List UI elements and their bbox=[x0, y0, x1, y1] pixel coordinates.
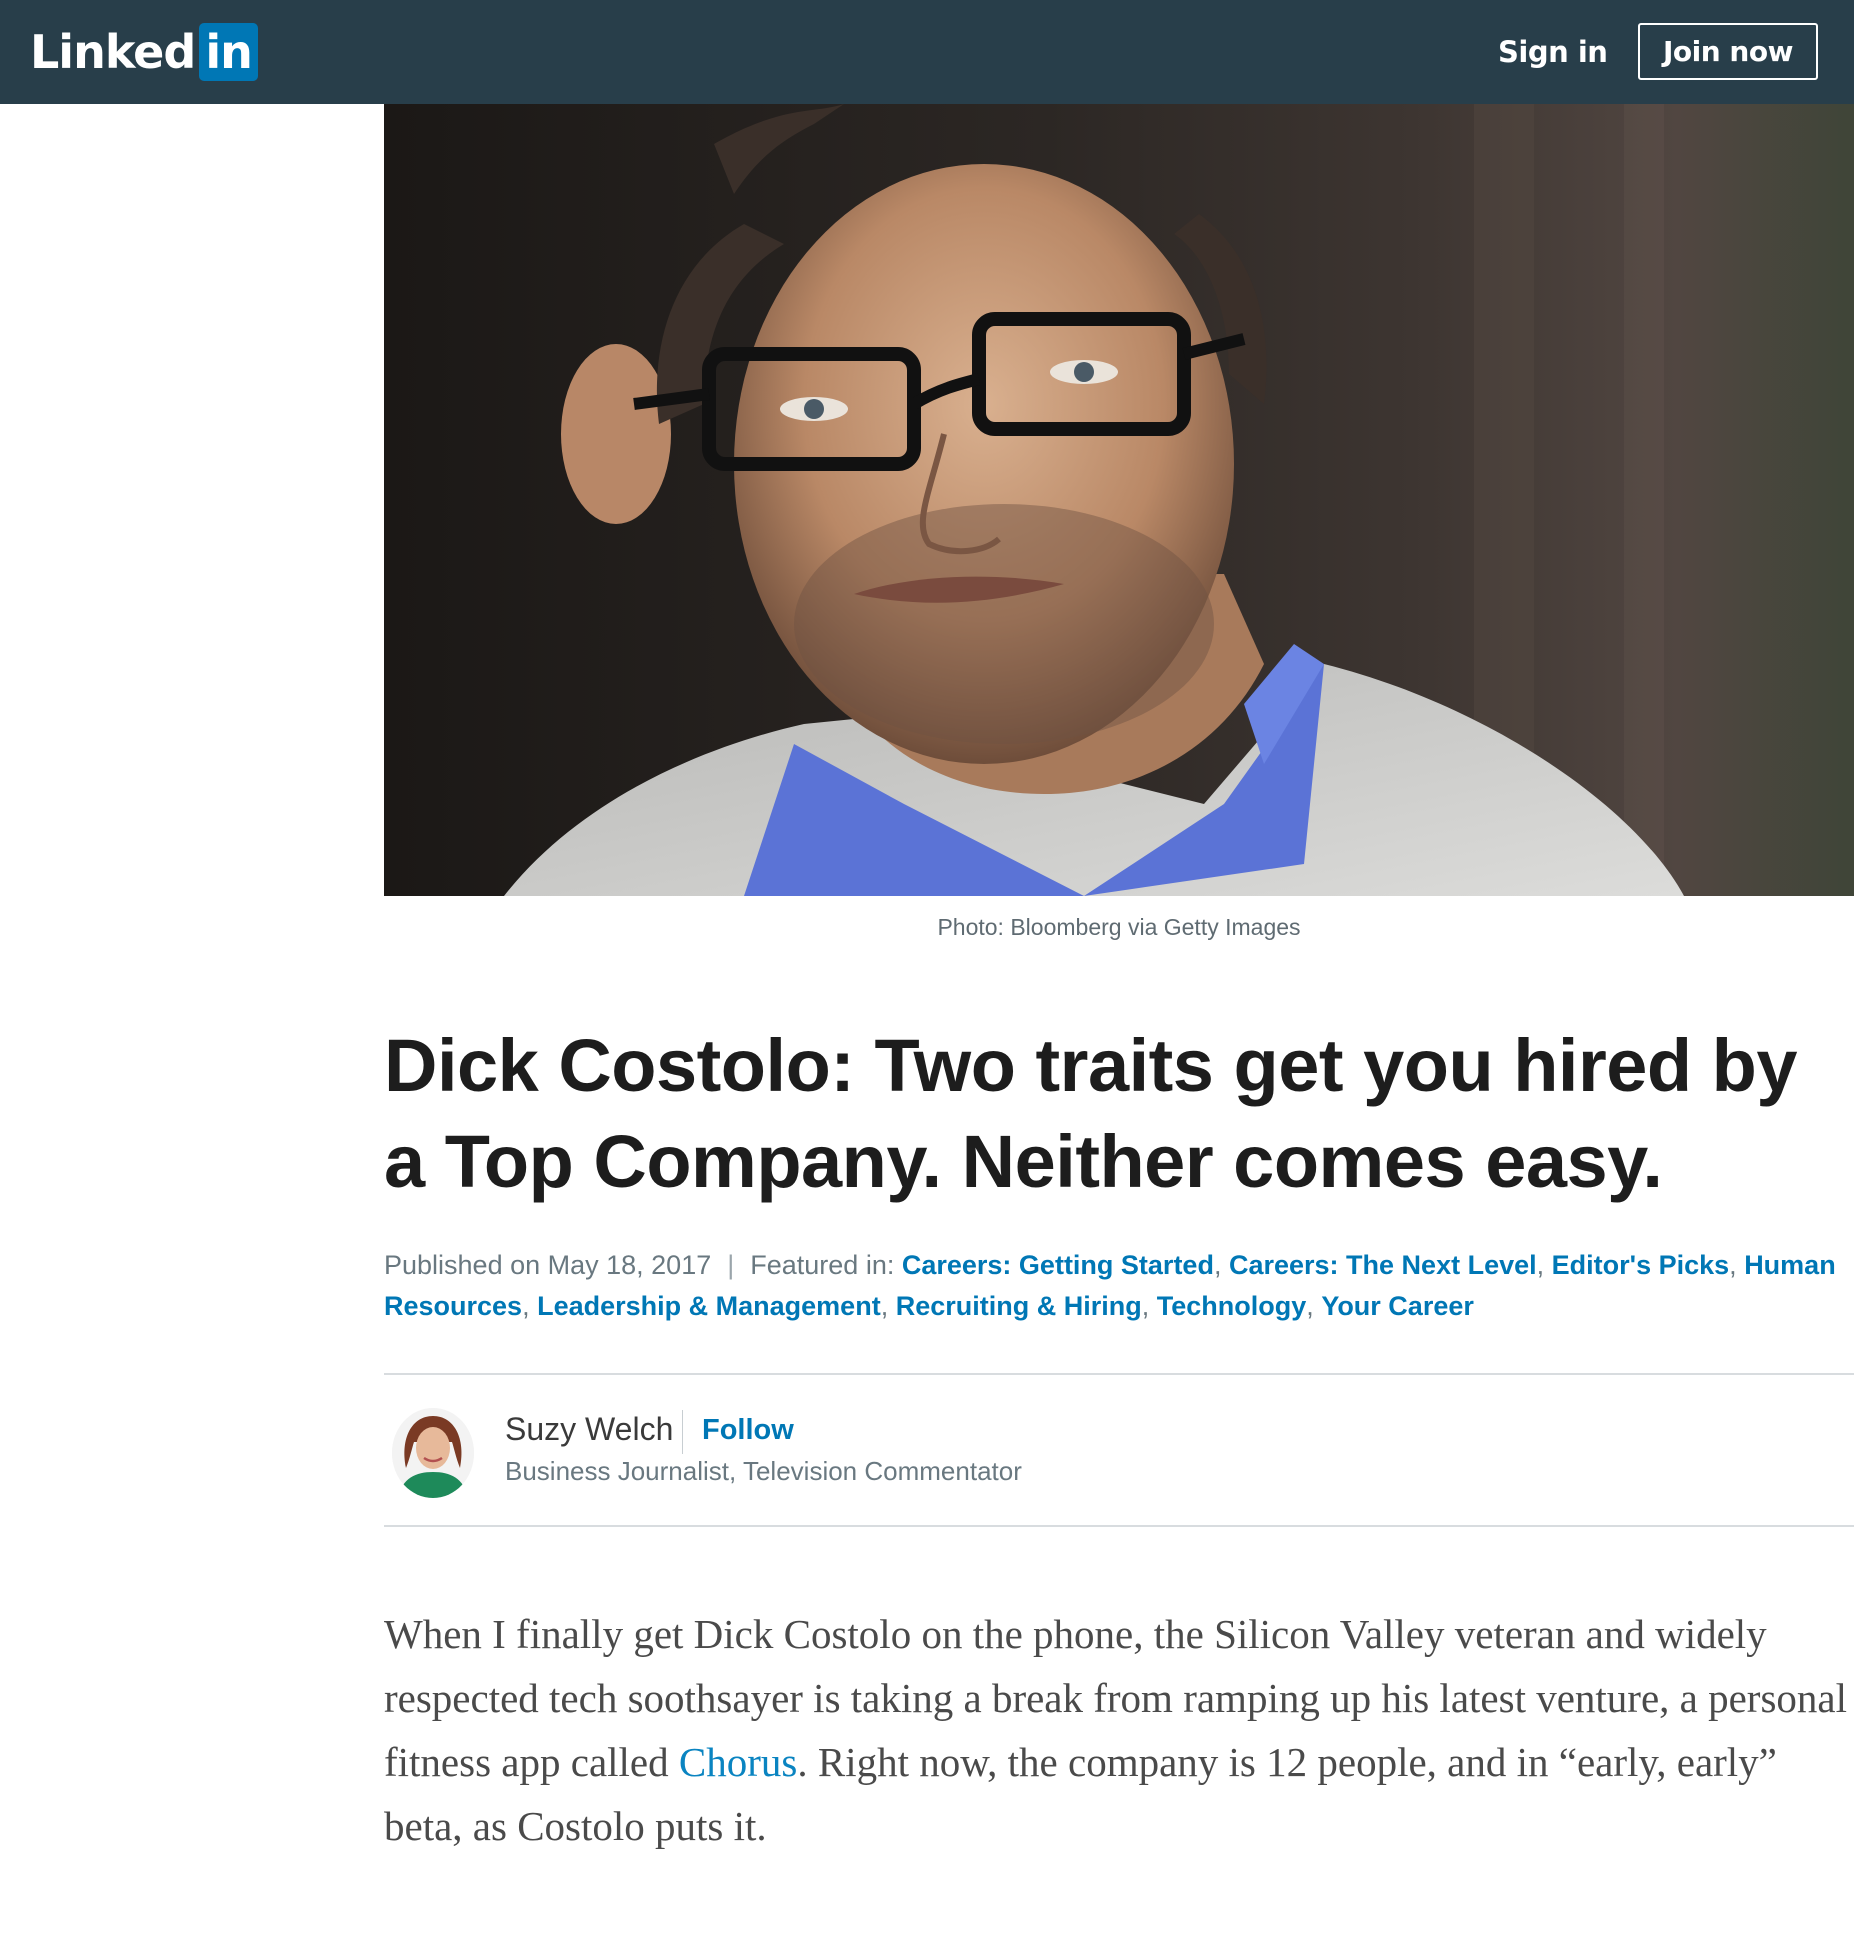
sign-in-link[interactable]: Sign in bbox=[1498, 30, 1608, 74]
author-divider bbox=[682, 1410, 683, 1454]
join-now-button[interactable]: Join now bbox=[1638, 23, 1818, 80]
featured-link-leadership-management[interactable]: Leadership & Management bbox=[537, 1291, 881, 1321]
featured-link-editors-picks[interactable]: Editor's Picks bbox=[1552, 1250, 1730, 1280]
featured-link-technology[interactable]: Technology bbox=[1157, 1291, 1307, 1321]
linkedin-logo[interactable]: Linked in bbox=[30, 22, 258, 82]
published-date: Published on May 18, 2017 bbox=[384, 1250, 712, 1280]
follow-button[interactable]: Follow bbox=[702, 1414, 794, 1447]
top-navigation-bar: Linked in Sign in Join now bbox=[0, 0, 1854, 104]
author-avatar-image bbox=[392, 1408, 474, 1498]
divider-bottom bbox=[384, 1525, 1854, 1527]
hero-photo bbox=[384, 104, 1854, 896]
author-name[interactable]: Suzy Welch bbox=[505, 1411, 673, 1448]
featured-label: Featured in: bbox=[750, 1250, 895, 1280]
article-paragraph: When I finally get Dick Costolo on the p… bbox=[384, 1602, 1854, 1858]
featured-link-recruiting-hiring[interactable]: Recruiting & Hiring bbox=[896, 1291, 1142, 1321]
author-avatar[interactable] bbox=[392, 1408, 474, 1498]
featured-link-careers-next-level[interactable]: Careers: The Next Level bbox=[1229, 1250, 1537, 1280]
photo-caption: Photo: Bloomberg via Getty Images bbox=[937, 914, 1301, 940]
logo-wordmark: Linked bbox=[30, 25, 196, 79]
featured-link-careers-getting-started[interactable]: Careers: Getting Started bbox=[902, 1250, 1214, 1280]
featured-link-your-career[interactable]: Your Career bbox=[1321, 1291, 1474, 1321]
author-headline: Business Journalist, Television Commenta… bbox=[505, 1456, 1022, 1486]
divider-top bbox=[384, 1373, 1854, 1375]
article-title: Dick Costolo: Two traits get you hired b… bbox=[384, 1024, 1798, 1203]
meta-separator: | bbox=[727, 1250, 735, 1280]
portrait-illustration bbox=[384, 104, 1854, 896]
chorus-link[interactable]: Chorus bbox=[679, 1739, 797, 1785]
article-meta: Published on May 18, 2017 | Featured in: C… bbox=[384, 1250, 1836, 1321]
logo-in-badge: in bbox=[199, 23, 258, 81]
